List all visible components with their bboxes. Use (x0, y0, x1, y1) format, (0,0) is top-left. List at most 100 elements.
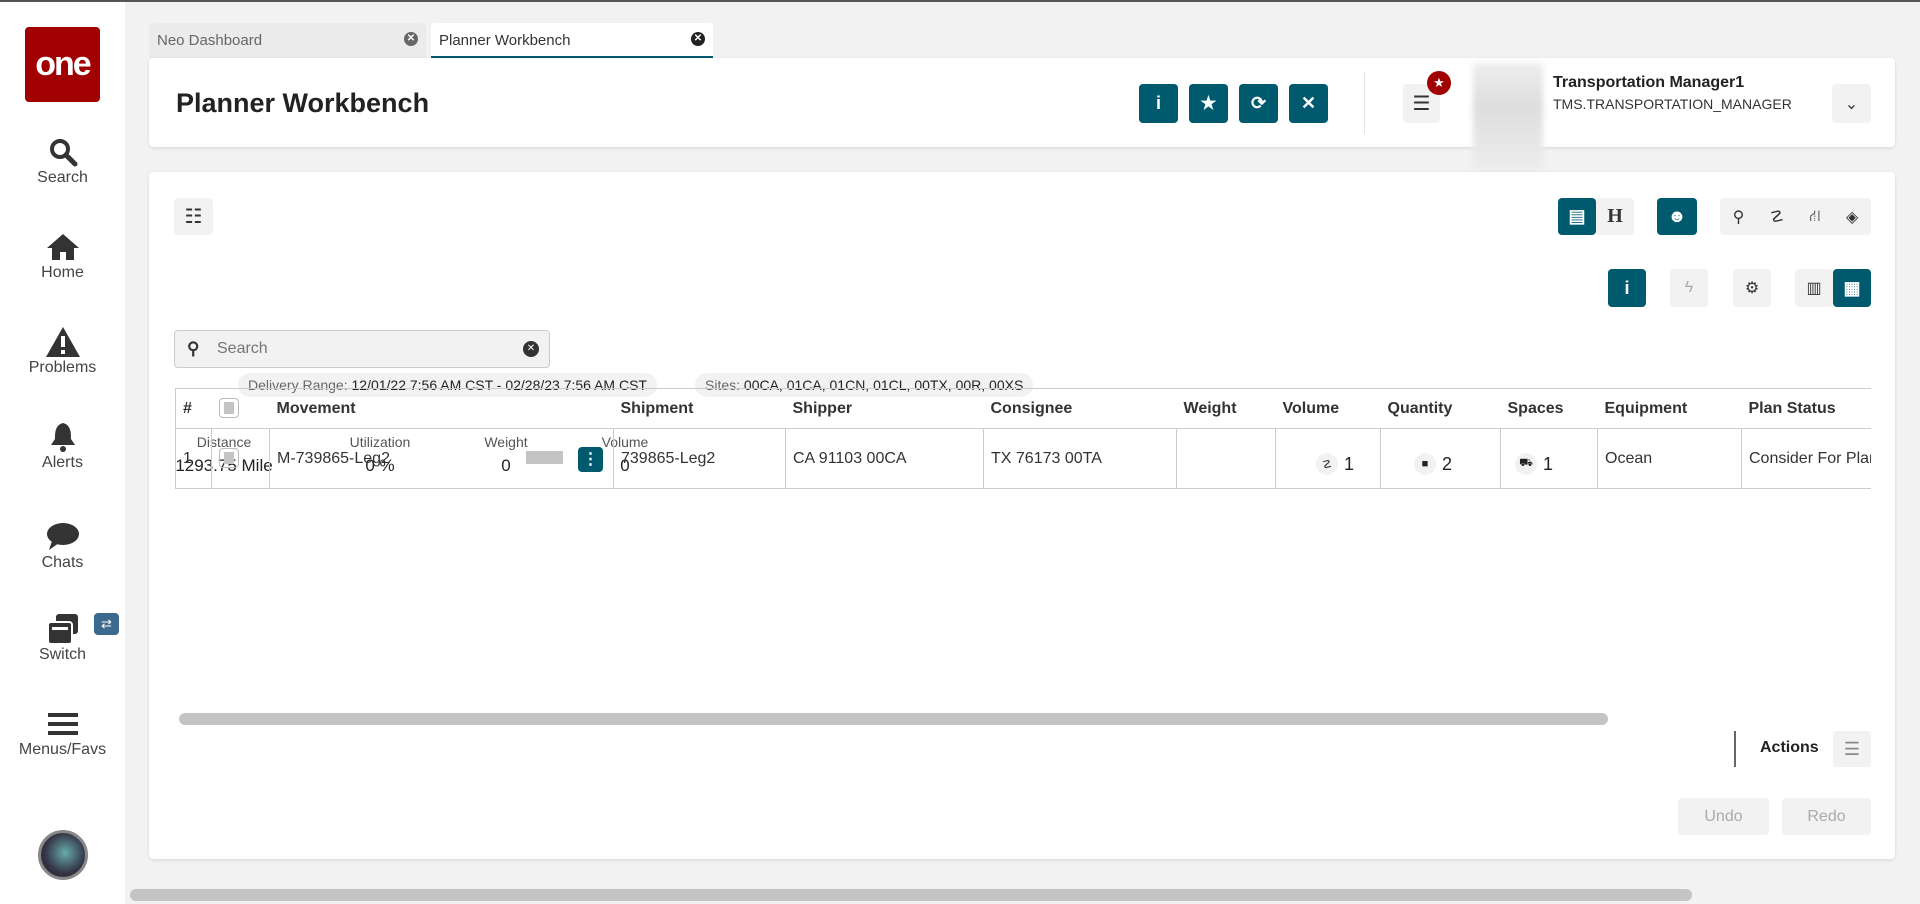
table-header-row: # Movement Shipment Shipper Consignee We… (175, 388, 1871, 429)
movement-tag (526, 451, 563, 464)
sidebar-label: Problems (28, 359, 97, 376)
pin-icon[interactable]: ⚲ (1733, 207, 1745, 227)
page-horizontal-scrollbar[interactable] (130, 889, 1692, 901)
spaces-cell (1500, 428, 1598, 489)
user-role: TMS.TRANSPORTATION_MANAGER (1553, 96, 1792, 112)
sidebar-label: Switch (38, 646, 87, 663)
tab-label: Neo Dashboard (157, 32, 263, 49)
actions-divider (1734, 731, 1736, 767)
movement-cell: M-739865-Leg2 ⋮ (269, 428, 614, 489)
row-kebab-menu-icon[interactable]: ⋮ (578, 447, 603, 472)
sidebar-item-chats[interactable]: Chats (0, 520, 125, 572)
movements-table: # Movement Shipment Shipper Consignee We… (175, 388, 1871, 489)
favorite-button[interactable]: ★ (1189, 84, 1228, 123)
column-header-volume[interactable]: Volume (1275, 388, 1381, 429)
undo-button[interactable]: Undo (1678, 798, 1769, 835)
app-logo[interactable]: one (25, 27, 100, 102)
sidebar: one Search Home Problems Alerts Chats Sw… (0, 2, 125, 904)
row-checkbox[interactable] (219, 448, 239, 468)
divider (1364, 72, 1365, 134)
volume-cell (1275, 428, 1381, 489)
column-header-weight[interactable]: Weight (1176, 388, 1276, 429)
warning-icon (0, 325, 125, 359)
refresh-button[interactable]: ⟳ (1239, 84, 1278, 123)
planner-agent-button[interactable]: ☻ (1657, 198, 1697, 235)
home-icon (0, 230, 125, 264)
shipment-cell: 739865-Leg2 (613, 428, 786, 489)
network-icon[interactable]: ⛙ (1809, 207, 1820, 227)
search-icon: ⚲ (187, 339, 200, 358)
column-header-plan-status[interactable]: Plan Status (1741, 388, 1871, 429)
clipboard-view-button[interactable]: ▤ (1558, 198, 1596, 235)
column-header-shipment[interactable]: Shipment (613, 388, 786, 429)
sidebar-item-problems[interactable]: Problems (0, 325, 125, 377)
redo-button[interactable]: Redo (1782, 798, 1871, 835)
column-header-spaces[interactable]: Spaces (1500, 388, 1598, 429)
search-icon (0, 135, 125, 169)
sidebar-label: Search (37, 169, 88, 186)
bell-icon (0, 420, 125, 454)
column-header-number: # (175, 388, 212, 429)
column-header-consignee[interactable]: Consignee (983, 388, 1177, 429)
column-header-movement[interactable]: Movement (269, 388, 614, 429)
page-header: Planner Workbench i ★ ⟳ ✕ ☰ ★ Transporta… (149, 58, 1895, 173)
tab-planner-workbench[interactable]: Planner Workbench ✕ (431, 23, 713, 58)
route-icon[interactable]: ☡ (1770, 207, 1784, 227)
info-button[interactable]: i (1139, 84, 1178, 123)
chat-icon (0, 520, 125, 554)
table-row[interactable]: 1 M-739865-Leg2 ⋮ 739865-Leg2 CA 91103 0… (175, 428, 1871, 489)
close-tab-icon[interactable]: ✕ (404, 32, 418, 46)
directions-icon[interactable]: ◈ (1846, 207, 1858, 227)
equipment-cell: Ocean (1597, 428, 1742, 489)
page-title: Planner Workbench (176, 88, 430, 118)
sidebar-label: Menus/Favs (18, 741, 107, 758)
select-all-checkbox[interactable] (218, 398, 239, 418)
sidebar-item-search[interactable]: Search (0, 135, 125, 187)
sidebar-label: Chats (41, 554, 84, 571)
user-name: Transportation Manager1 (1553, 74, 1745, 91)
sidebar-item-menus-favs[interactable]: Menus/Favs (0, 707, 125, 759)
assistant-avatar[interactable] (38, 830, 88, 880)
close-tab-icon[interactable]: ✕ (691, 32, 705, 46)
map-view-button[interactable]: ▥ (1795, 269, 1833, 307)
column-header-equipment[interactable]: Equipment (1597, 388, 1742, 429)
weight-cell (1176, 428, 1276, 489)
user-dropdown-button[interactable]: ⌄ (1832, 84, 1871, 123)
row-select-cell (211, 428, 270, 489)
actions-menu-button[interactable]: ☰ (1833, 731, 1871, 767)
column-header-shipper[interactable]: Shipper (785, 388, 984, 429)
column-header-select (211, 388, 270, 429)
swap-icon[interactable]: ⇄ (94, 613, 119, 635)
column-header-quantity[interactable]: Quantity (1380, 388, 1501, 429)
list-view-button[interactable]: ☷ (174, 198, 213, 235)
lightning-button[interactable]: ϟ (1670, 269, 1708, 307)
sidebar-item-alerts[interactable]: Alerts (0, 420, 125, 472)
close-button[interactable]: ✕ (1289, 84, 1328, 123)
map-tools-group: ⚲ ☡ ⛙ ◈ (1720, 198, 1871, 235)
movements-table-wrap: # Movement Shipment Shipper Consignee We… (175, 388, 1871, 489)
shipper-cell: CA 91103 00CA (785, 428, 984, 489)
plan-status-cell: Consider For Planning (1741, 428, 1871, 489)
actions-label: Actions (1760, 739, 1819, 756)
clear-search-icon[interactable]: ✕ (523, 341, 539, 357)
workbench-panel: ☷ Delivery Range: 12/01/22 7:56 AM CST -… (149, 172, 1895, 859)
tab-neo-dashboard[interactable]: Neo Dashboard ✕ (149, 23, 426, 58)
quantity-cell (1380, 428, 1501, 489)
consignee-cell: TX 76173 00TA (983, 428, 1177, 489)
sidebar-label: Home (41, 264, 84, 281)
hamburger-icon (0, 707, 125, 741)
search-input[interactable] (217, 337, 507, 361)
h-view-button[interactable]: H (1596, 198, 1634, 235)
movement-link[interactable]: M-739865-Leg2 (277, 450, 390, 467)
details-info-button[interactable]: i (1608, 269, 1646, 307)
row-number: 1 (175, 428, 212, 489)
user-avatar (1473, 63, 1543, 173)
table-horizontal-scrollbar[interactable] (179, 713, 1608, 725)
tab-label: Planner Workbench (439, 32, 571, 49)
sidebar-item-home[interactable]: Home (0, 230, 125, 282)
search-field[interactable]: ⚲ ✕ (174, 330, 550, 368)
grid-view-button[interactable]: ▦ (1833, 269, 1871, 307)
favorites-badge-icon: ★ (1427, 71, 1451, 95)
settings-button[interactable]: ⚙ (1733, 269, 1771, 307)
sidebar-label: Alerts (42, 454, 83, 471)
